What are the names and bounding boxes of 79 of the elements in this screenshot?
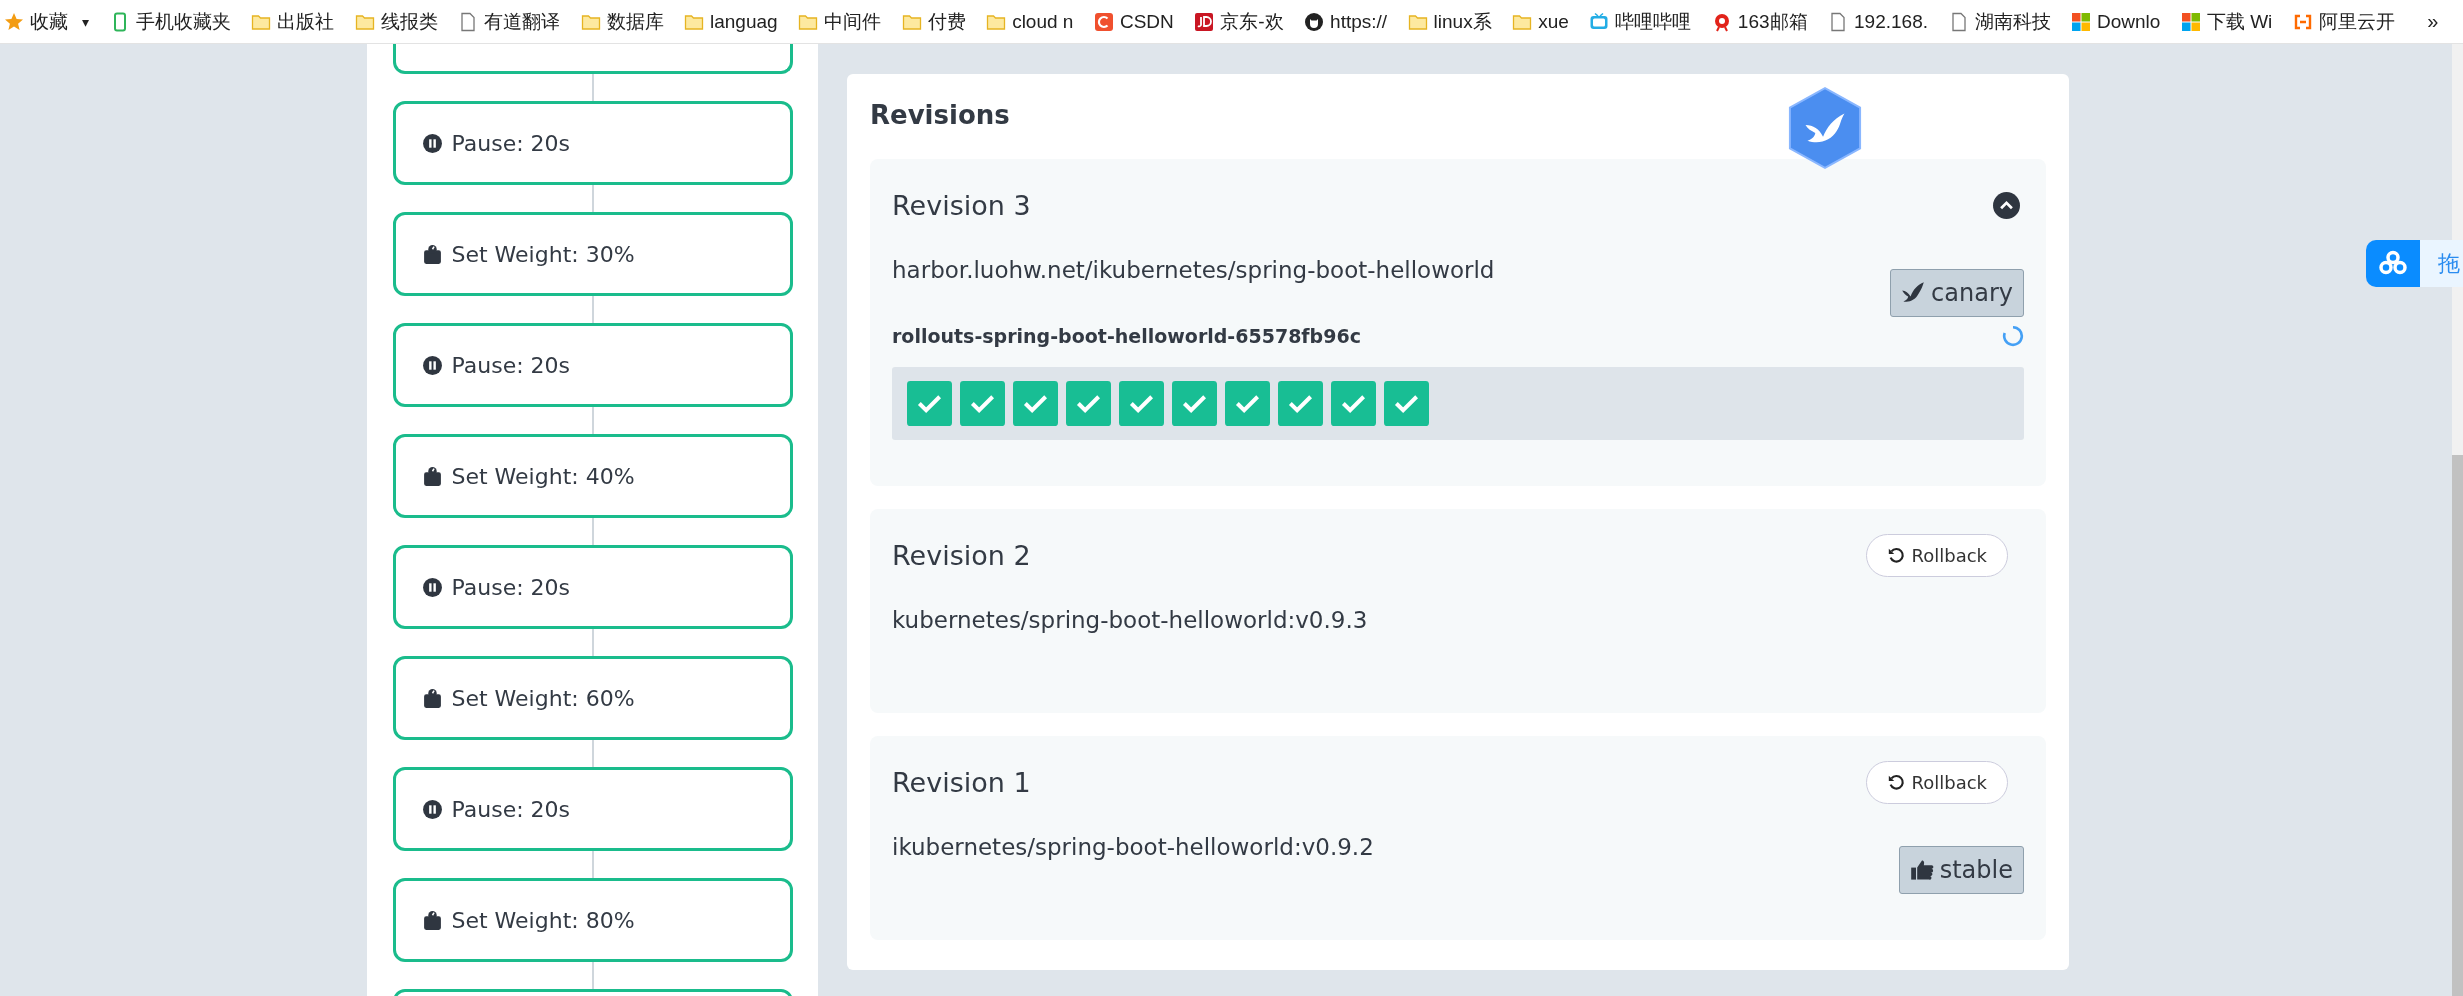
pod-check-icon[interactable] xyxy=(1172,381,1217,426)
github-icon xyxy=(1304,11,1325,32)
windows-icon xyxy=(2180,11,2201,32)
pause-icon xyxy=(421,132,443,154)
step-label: Set Weight: 80% xyxy=(451,907,635,933)
bookmark[interactable]: 163邮箱 xyxy=(1711,8,1808,35)
bookmark[interactable]: xue xyxy=(1512,10,1569,33)
bookmark[interactable]: CSDN xyxy=(1093,10,1174,33)
bookmark[interactable]: 收藏 ▾ xyxy=(4,8,89,35)
pause-icon xyxy=(421,798,443,820)
scrollbar-thumb[interactable] xyxy=(2452,455,2463,996)
bookmark[interactable]: languag xyxy=(684,10,778,33)
badge-label: canary xyxy=(1931,279,2013,307)
scale-icon xyxy=(421,243,443,265)
bookmark[interactable]: 192.168. xyxy=(1828,10,1928,33)
image-name: harbor.luohw.net/ikubernetes/spring-boot-helloworld xyxy=(892,257,1495,283)
thumbs-up-icon xyxy=(1909,858,1934,882)
bookmark[interactable]: 下载 Wi xyxy=(2180,8,2273,35)
bookmark[interactable]: linux系 xyxy=(1407,8,1492,35)
bookmark[interactable]: Downlo xyxy=(2071,10,2161,33)
pod-check-icon[interactable] xyxy=(1384,381,1429,426)
scale-icon xyxy=(421,687,443,709)
revision-title: Revision 1 xyxy=(892,766,1031,798)
pod-check-icon[interactable] xyxy=(907,381,952,426)
image-name: kubernetes/spring-boot-helloworld:v0.9.3 xyxy=(892,607,1368,633)
bookmark[interactable]: 线报类 xyxy=(354,8,438,35)
bookmark[interactable]: 手机收藏夹 xyxy=(109,8,231,35)
spinner-icon xyxy=(2002,325,2024,347)
bookmark[interactable]: 出版社 xyxy=(251,8,334,35)
scale-icon xyxy=(421,909,443,931)
scale-icon xyxy=(421,465,443,487)
pod-check-icon[interactable] xyxy=(1331,381,1376,426)
star-icon xyxy=(4,11,24,32)
windows-icon xyxy=(2071,11,2091,32)
image-name: ikubernetes/spring-boot-helloworld:v0.9.2 xyxy=(892,834,1374,860)
pod-check-icon[interactable] xyxy=(1013,381,1058,426)
jd-icon xyxy=(1194,11,1215,32)
bookmark[interactable]: 中间件 xyxy=(798,8,882,35)
pause-icon xyxy=(421,576,443,598)
pod-check-icon[interactable] xyxy=(1278,381,1323,426)
pause-icon xyxy=(421,354,443,376)
page-icon xyxy=(458,11,478,32)
bookmark[interactable]: 付费 xyxy=(901,8,966,35)
rollback-button[interactable]: Rollback xyxy=(1865,533,2008,577)
bookmark[interactable]: 阿里云开 xyxy=(2292,8,2395,35)
more-bookmarks-button[interactable]: » xyxy=(2427,10,2439,33)
step-label: Pause: 20s xyxy=(451,130,571,156)
bookmark[interactable]: 数据库 xyxy=(580,8,664,35)
bookmark[interactable]: 哔哩哔哩 xyxy=(1589,8,1692,35)
widget-label: 拖 xyxy=(2420,240,2463,287)
step-label: Pause: 20s xyxy=(451,352,571,378)
pod-check-icon[interactable] xyxy=(960,381,1005,426)
tv-icon xyxy=(1589,11,1610,32)
rollback-button[interactable]: Rollback xyxy=(1865,760,2008,804)
undo-icon xyxy=(1886,773,1905,791)
step-label: Set Weight: 40% xyxy=(451,463,635,489)
revision-title: Revision 3 xyxy=(892,189,1031,221)
bookmark[interactable]: 京东-欢 xyxy=(1194,8,1284,35)
pod-check-icon[interactable] xyxy=(1066,381,1111,426)
bookmark[interactable]: 湖南科技 xyxy=(1948,8,2051,35)
pod-check-icon[interactable] xyxy=(1119,381,1164,426)
undo-icon xyxy=(1886,546,1905,564)
bookmark[interactable]: https:// xyxy=(1304,10,1388,33)
bird-logo-icon[interactable] xyxy=(1786,86,1864,170)
badge-label: stable xyxy=(1939,856,2013,884)
step-label: Pause: 20s xyxy=(451,796,571,822)
bookmark[interactable]: cloud n xyxy=(986,10,1074,33)
dropdown-arrow[interactable]: ▾ xyxy=(82,13,89,30)
section-title: Revisions xyxy=(870,100,1011,130)
step-label: Set Weight: 60% xyxy=(451,685,635,711)
step-label: Set Weight: 30% xyxy=(451,241,635,267)
pod-check-icon[interactable] xyxy=(1225,381,1270,426)
replicaset-name: rollouts-spring-boot-helloworld-65578fb96c xyxy=(892,325,1361,347)
collapse-icon[interactable] xyxy=(1993,191,2020,219)
bookmark[interactable]: 有道翻译 xyxy=(458,8,560,35)
step-label: Pause: 20s xyxy=(451,574,571,600)
bird-icon xyxy=(1901,281,1926,305)
csdn-icon xyxy=(1093,11,1114,32)
revision-title: Revision 2 xyxy=(892,539,1031,571)
